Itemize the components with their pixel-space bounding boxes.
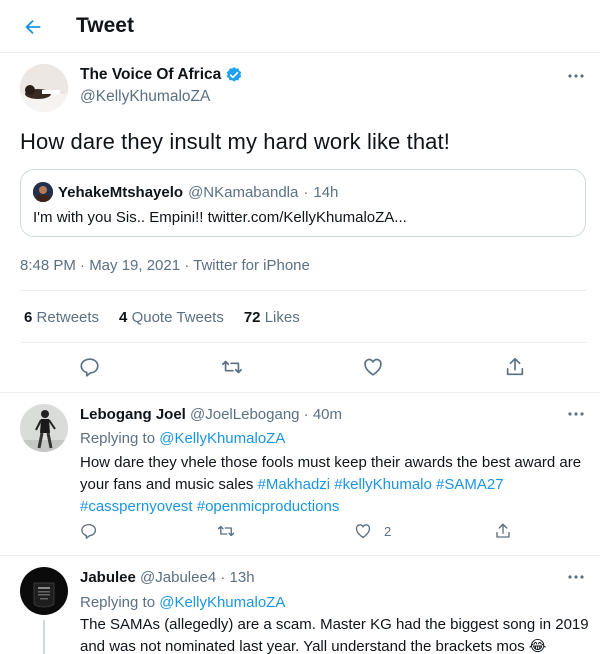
author-avatar-image [20, 64, 68, 112]
more-dots-icon [568, 412, 584, 416]
author-name: The Voice Of Africa [80, 66, 222, 83]
divider [20, 342, 586, 343]
share-icon [496, 523, 510, 538]
quote-tweets-stat[interactable]: 4 Quote Tweets [119, 309, 224, 326]
reply-sep: · [303, 406, 309, 423]
retweets-stat[interactable]: 6 Retweets [24, 309, 99, 326]
verified-badge-icon [227, 67, 242, 82]
section-divider [0, 392, 600, 393]
author-handle[interactable]: @KellyKhumaloZA [80, 88, 210, 106]
quoted-time: 14h [313, 183, 339, 201]
reply-sep: · [220, 569, 226, 586]
likes-label: Likes [264, 309, 300, 326]
share-icon [506, 357, 524, 376]
reply-avatar[interactable] [20, 404, 68, 452]
quoted-tweet-text: I'm with you Sis.. Empini!! twitter.com/… [33, 209, 407, 226]
quote-tweets-label: Quote Tweets [131, 309, 224, 326]
reply-header: Jabulee @Jabulee4 · 13h [80, 569, 255, 586]
replying-to-prefix: Replying to [80, 430, 156, 447]
retweet-icon [222, 360, 242, 374]
divider [20, 290, 586, 291]
reply-icon [80, 358, 99, 377]
arrow-left-icon [25, 19, 41, 35]
reply-text: How dare they vhele those fools must kee… [80, 452, 590, 518]
more-dots-icon [568, 74, 584, 78]
reply-author-handle[interactable]: @Jabulee4 [140, 569, 216, 586]
reply-avatar[interactable] [20, 567, 68, 615]
reply-text-line: and was not nominated last year. Yall un… [80, 638, 525, 654]
likes-count: 72 [243, 309, 261, 326]
reply-author-handle[interactable]: @JoelLebogang [190, 406, 299, 423]
quoted-tweet[interactable]: YehakeMtshayelo @NKamabandla · 14h I'm w… [20, 169, 586, 237]
retweets-count: 6 [24, 309, 33, 326]
thread-line [43, 620, 45, 654]
reply-text-line: your fans and music sales [80, 476, 258, 493]
quoted-avatar [33, 182, 53, 202]
reply-avatar-image [20, 404, 68, 452]
quoted-author-handle: @NKamabandla [188, 183, 299, 201]
reply-button[interactable] [79, 356, 101, 378]
reply-button[interactable] [80, 522, 98, 540]
replying-to: Replying to @KellyKhumaloZA [80, 594, 285, 611]
replying-to-handle[interactable]: @KellyKhumaloZA [159, 594, 285, 611]
retweet-button[interactable] [220, 356, 244, 378]
tweet-meta[interactable]: 8:48 PM · May 19, 2021 · Twitter for iPh… [20, 257, 310, 274]
likes-stat[interactable]: 72 Likes [244, 309, 300, 326]
like-button[interactable]: 2 [354, 522, 391, 540]
heart-icon [355, 524, 371, 539]
reply-time[interactable]: 40m [313, 406, 342, 423]
replying-to: Replying to @KellyKhumaloZA [80, 430, 285, 447]
more-options-button[interactable] [564, 66, 588, 86]
author-avatar[interactable] [20, 64, 68, 112]
reply-author-name[interactable]: Lebogang Joel [80, 406, 186, 423]
quoted-tweet-header: YehakeMtshayelo @NKamabandla · 14h [33, 182, 338, 202]
page-title: Tweet [76, 14, 134, 37]
tweet-actions [0, 356, 600, 380]
tweet-stats: 6 Retweets 4 Quote Tweets 72 Likes [24, 309, 300, 326]
like-count: 2 [384, 523, 392, 539]
retweets-label: Retweets [36, 309, 100, 326]
reply-text: The SAMAs (allegedly) are a scam. Master… [80, 614, 590, 654]
laughing-emoji-icon: 😂 [528, 638, 547, 654]
reply-text-line: How dare they vhele those fools must kee… [80, 454, 582, 471]
retweet-button[interactable] [216, 522, 236, 540]
section-divider [0, 555, 600, 556]
quoted-sep: · [303, 183, 309, 201]
reply-header: Lebogang Joel @JoelLebogang · 40m [80, 406, 342, 423]
reply-more-button[interactable] [564, 567, 588, 587]
share-button[interactable] [504, 356, 526, 378]
author-name-row[interactable]: The Voice Of Africa [80, 66, 243, 84]
reply-actions: 2 [0, 522, 600, 546]
reply-author-name[interactable]: Jabulee [80, 569, 136, 586]
share-button[interactable] [494, 522, 512, 540]
reply-text-line: The SAMAs (allegedly) are a scam. Master… [80, 616, 589, 633]
heart-icon [364, 358, 382, 376]
reply-hashtags[interactable]: #casspernyovest #openmicproductions [80, 496, 590, 518]
like-button[interactable] [362, 356, 384, 378]
back-button[interactable] [14, 8, 52, 46]
quoted-author-name: YehakeMtshayelo [58, 183, 184, 201]
page-header: Tweet [0, 0, 600, 53]
tweet-text: How dare they insult my hard work like t… [20, 129, 450, 154]
replying-to-prefix: Replying to [80, 594, 156, 611]
replying-to-handle[interactable]: @KellyKhumaloZA [159, 430, 285, 447]
reply-time[interactable]: 13h [230, 569, 255, 586]
retweet-icon [217, 525, 235, 537]
reply-more-button[interactable] [564, 404, 588, 424]
quote-tweets-count: 4 [119, 309, 128, 326]
reply-hashtags[interactable]: #Makhadzi #kellyKhumalo #SAMA27 [258, 476, 504, 493]
reply-icon [81, 523, 97, 539]
more-dots-icon [568, 575, 584, 579]
reply-avatar-image [20, 567, 68, 615]
